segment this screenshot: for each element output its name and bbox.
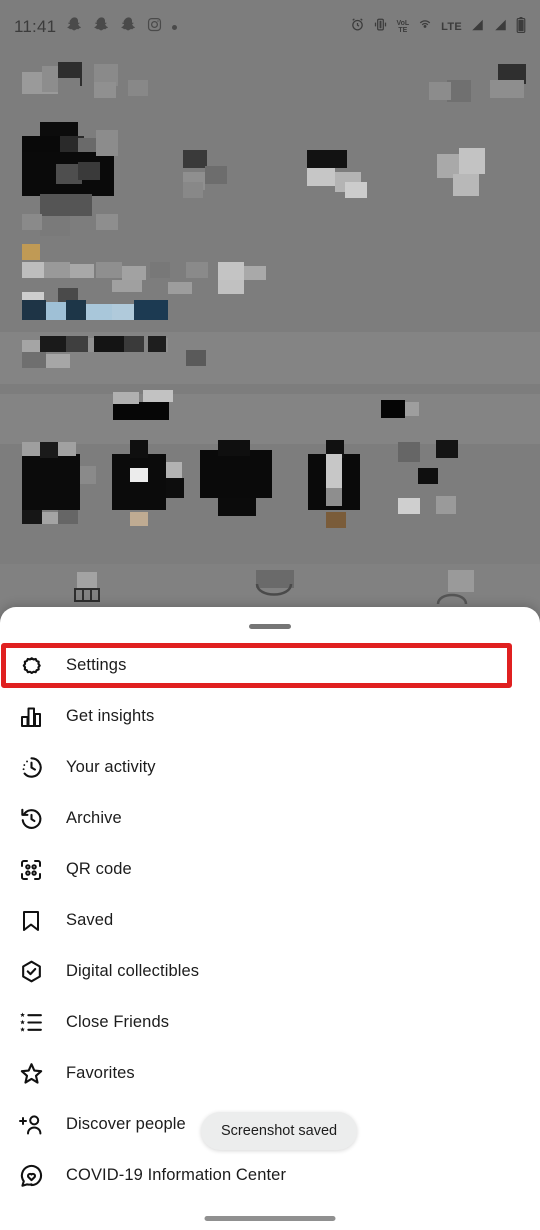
bar-chart-icon [14,700,48,734]
status-bar-right: VoL TE LTE [350,16,526,38]
covid-heart-icon [14,1159,48,1193]
instagram-icon [147,17,162,37]
hotspot-icon [417,17,433,37]
menu-item-get-insights[interactable]: Get insights [0,691,540,742]
star-icon [14,1057,48,1091]
lte-label: LTE [441,21,462,33]
menu-item-label: Favorites [66,1064,135,1082]
qr-code-icon [14,853,48,887]
menu-item-label: Discover people [66,1115,186,1133]
menu-item-label: Saved [66,911,114,929]
menu-item-covid-information-center[interactable]: COVID-19 Information Center [0,1150,540,1201]
status-bar-clock: 11:41 [14,17,57,36]
menu-item-settings[interactable]: Settings [0,640,540,691]
signal-bars-icon [470,18,485,37]
snapchat-icon [120,16,137,38]
menu-item-label: COVID-19 Information Center [66,1166,287,1184]
menu-item-favorites[interactable]: Favorites [0,1048,540,1099]
menu-item-saved[interactable]: Saved [0,895,540,946]
menu-item-label: Get insights [66,707,155,725]
alarm-icon [350,17,365,37]
gear-icon [14,649,48,683]
snapchat-icon [93,16,110,38]
battery-icon [516,16,526,38]
menu-item-label: Digital collectibles [66,962,200,980]
drag-handle[interactable] [249,624,291,629]
menu-item-archive[interactable]: Archive [0,793,540,844]
snapchat-icon [66,16,83,38]
shield-check-icon [14,955,48,989]
add-person-icon [14,1108,48,1142]
reels-tab-icon [255,583,293,609]
star-list-icon [14,1006,48,1040]
activity-clock-icon [14,751,48,785]
blurred-profile-background [0,54,540,614]
vibrate-icon [373,17,388,37]
status-bar: 11:41 VoL TE LTE [0,0,540,54]
volte-icon: VoL TE [396,20,410,34]
archive-clock-icon [14,802,48,836]
menu-item-label: Archive [66,809,122,827]
status-bar-left: 11:41 [14,16,178,38]
phone-screen: 11:41 VoL TE LTE Settings Get insights Y… [0,0,540,1230]
grid-tab-icon [74,588,100,607]
bookmark-icon [14,904,48,938]
menu-item-label: Settings [66,656,127,674]
screenshot-saved-toast: Screenshot saved [201,1112,358,1150]
home-gesture-bar[interactable] [204,1216,336,1221]
menu-item-label: QR code [66,860,132,878]
overflow-dot-icon [172,24,178,30]
menu-item-close-friends[interactable]: Close Friends [0,997,540,1048]
menu-item-label: Close Friends [66,1013,170,1031]
menu-item-label: Your activity [66,758,156,776]
menu-item-qr-code[interactable]: QR code [0,844,540,895]
signal-bars-icon [493,18,508,37]
menu-item-your-activity[interactable]: Your activity [0,742,540,793]
menu-item-digital-collectibles[interactable]: Digital collectibles [0,946,540,997]
